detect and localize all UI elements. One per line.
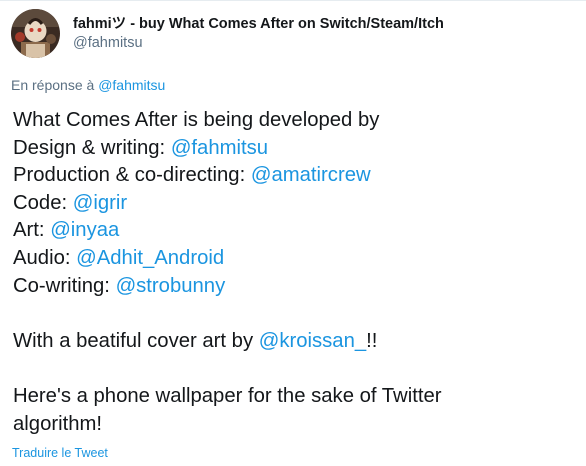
translate-tweet-link[interactable]: Traduire le Tweet <box>12 445 108 461</box>
author-display-name[interactable]: fahmiツ - buy What Comes After on Switch/… <box>73 15 444 33</box>
credit-role: Art: <box>13 219 45 242</box>
credit-mention-link[interactable]: @strobunny <box>116 275 226 297</box>
cover-suffix: !! <box>366 329 378 352</box>
credit-role: Production & co-directing: <box>13 164 246 187</box>
tweet-card: fahmiツ - buy What Comes After on Switch/… <box>0 0 586 466</box>
credit-role: Design & writing: <box>13 136 166 159</box>
intro-line: What Comes After is being developed by <box>13 107 578 135</box>
credit-line: Co-writing: @strobunny <box>13 273 578 301</box>
wallpaper-line: algorithm! <box>13 411 578 439</box>
wallpaper-text-2: algorithm! <box>13 412 103 435</box>
reply-prefix: En réponse à <box>11 77 95 93</box>
credit-line: Art: @inyaa <box>13 217 578 245</box>
cover-mention-link[interactable]: @kroissan_ <box>259 330 366 352</box>
credit-mention-link[interactable]: @Adhit_Android <box>76 247 224 269</box>
credit-mention-link[interactable]: @fahmitsu <box>171 137 268 159</box>
paragraph-break <box>13 355 578 383</box>
credit-line: Code: @igrir <box>13 190 578 218</box>
avatar[interactable] <box>11 9 60 58</box>
credit-line: Design & writing: @fahmitsu <box>13 135 578 163</box>
reply-mention-link[interactable]: @fahmitsu <box>98 77 165 93</box>
credit-role: Code: <box>13 191 68 214</box>
intro-text: What Comes After is being developed by <box>13 109 380 131</box>
author-handle[interactable]: @fahmitsu <box>73 33 444 53</box>
credit-role: Co-writing: <box>13 274 110 297</box>
credit-mention-link[interactable]: @inyaa <box>50 219 119 241</box>
cover-line: With a beatiful cover art by @kroissan_!… <box>13 328 578 356</box>
reply-context: En réponse à @fahmitsu <box>11 76 165 94</box>
cover-prefix: With a beatiful cover art by <box>13 329 254 352</box>
wallpaper-line: Here's a phone wallpaper for the sake of… <box>13 383 578 411</box>
tweet-text: What Comes After is being developed by D… <box>13 107 578 438</box>
credit-mention-link[interactable]: @igrir <box>73 192 127 214</box>
tweet-header: fahmiツ - buy What Comes After on Switch/… <box>11 9 444 59</box>
credit-line: Audio: @Adhit_Android <box>13 245 578 273</box>
author-names: fahmiツ - buy What Comes After on Switch/… <box>73 15 444 53</box>
credit-role: Audio: <box>13 246 71 269</box>
profile-avatar-icon <box>11 9 60 58</box>
credit-line: Production & co-directing: @amatircrew <box>13 162 578 190</box>
wallpaper-text-1: Here's a phone wallpaper for the sake of… <box>13 384 442 407</box>
credit-mention-link[interactable]: @amatircrew <box>251 164 371 186</box>
paragraph-break <box>13 300 578 328</box>
